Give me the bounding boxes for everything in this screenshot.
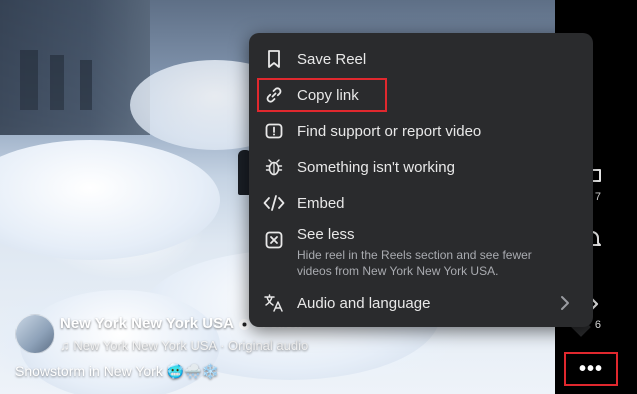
menu-item-save-reel[interactable]: Save Reel bbox=[249, 43, 593, 75]
code-icon bbox=[263, 192, 285, 214]
menu-item-see-less[interactable]: See less Hide reel in the Reels section … bbox=[249, 223, 593, 281]
menu-item-label: See less bbox=[297, 226, 355, 243]
menu-item-label: Save Reel bbox=[297, 50, 367, 68]
building-window bbox=[50, 55, 64, 110]
snow-pile bbox=[0, 140, 220, 260]
audio-label: New York New York USA · Original audio bbox=[73, 338, 309, 353]
share-count: 6 bbox=[594, 319, 601, 331]
close-box-icon bbox=[263, 229, 285, 251]
menu-item-label: Find support or report video bbox=[297, 122, 482, 140]
chevron-right-icon bbox=[561, 296, 569, 310]
report-icon bbox=[263, 120, 285, 142]
menu-item-label: Something isn't working bbox=[297, 158, 455, 176]
audio-line[interactable]: ♫ New York New York USA · Original audio bbox=[60, 338, 308, 353]
comment-count: 7 bbox=[594, 191, 601, 203]
music-note-icon: ♫ bbox=[60, 338, 70, 353]
menu-item-label: Audio and language bbox=[297, 294, 431, 312]
menu-item-embed[interactable]: Embed bbox=[249, 187, 593, 219]
bookmark-icon bbox=[263, 48, 285, 70]
menu-item-something-not-working[interactable]: Something isn't working bbox=[249, 151, 593, 183]
menu-item-report-video[interactable]: Find support or report video bbox=[249, 115, 593, 147]
highlight-more-button bbox=[564, 352, 618, 386]
page-avatar[interactable] bbox=[15, 314, 55, 354]
page-name[interactable]: New York New York USA bbox=[60, 315, 234, 332]
bug-icon bbox=[263, 156, 285, 178]
reel-caption: Snowstorm in New York 🥶🌨️❄️ bbox=[15, 363, 220, 379]
highlight-copy-link bbox=[257, 78, 387, 112]
menu-item-label: Embed bbox=[297, 194, 345, 212]
menu-item-description: Hide reel in the Reels section and see f… bbox=[297, 248, 532, 278]
translate-icon bbox=[263, 292, 285, 314]
building-window bbox=[80, 60, 92, 110]
building bbox=[0, 0, 150, 135]
building-window bbox=[20, 50, 38, 110]
menu-item-audio-language[interactable]: Audio and language bbox=[249, 287, 593, 319]
